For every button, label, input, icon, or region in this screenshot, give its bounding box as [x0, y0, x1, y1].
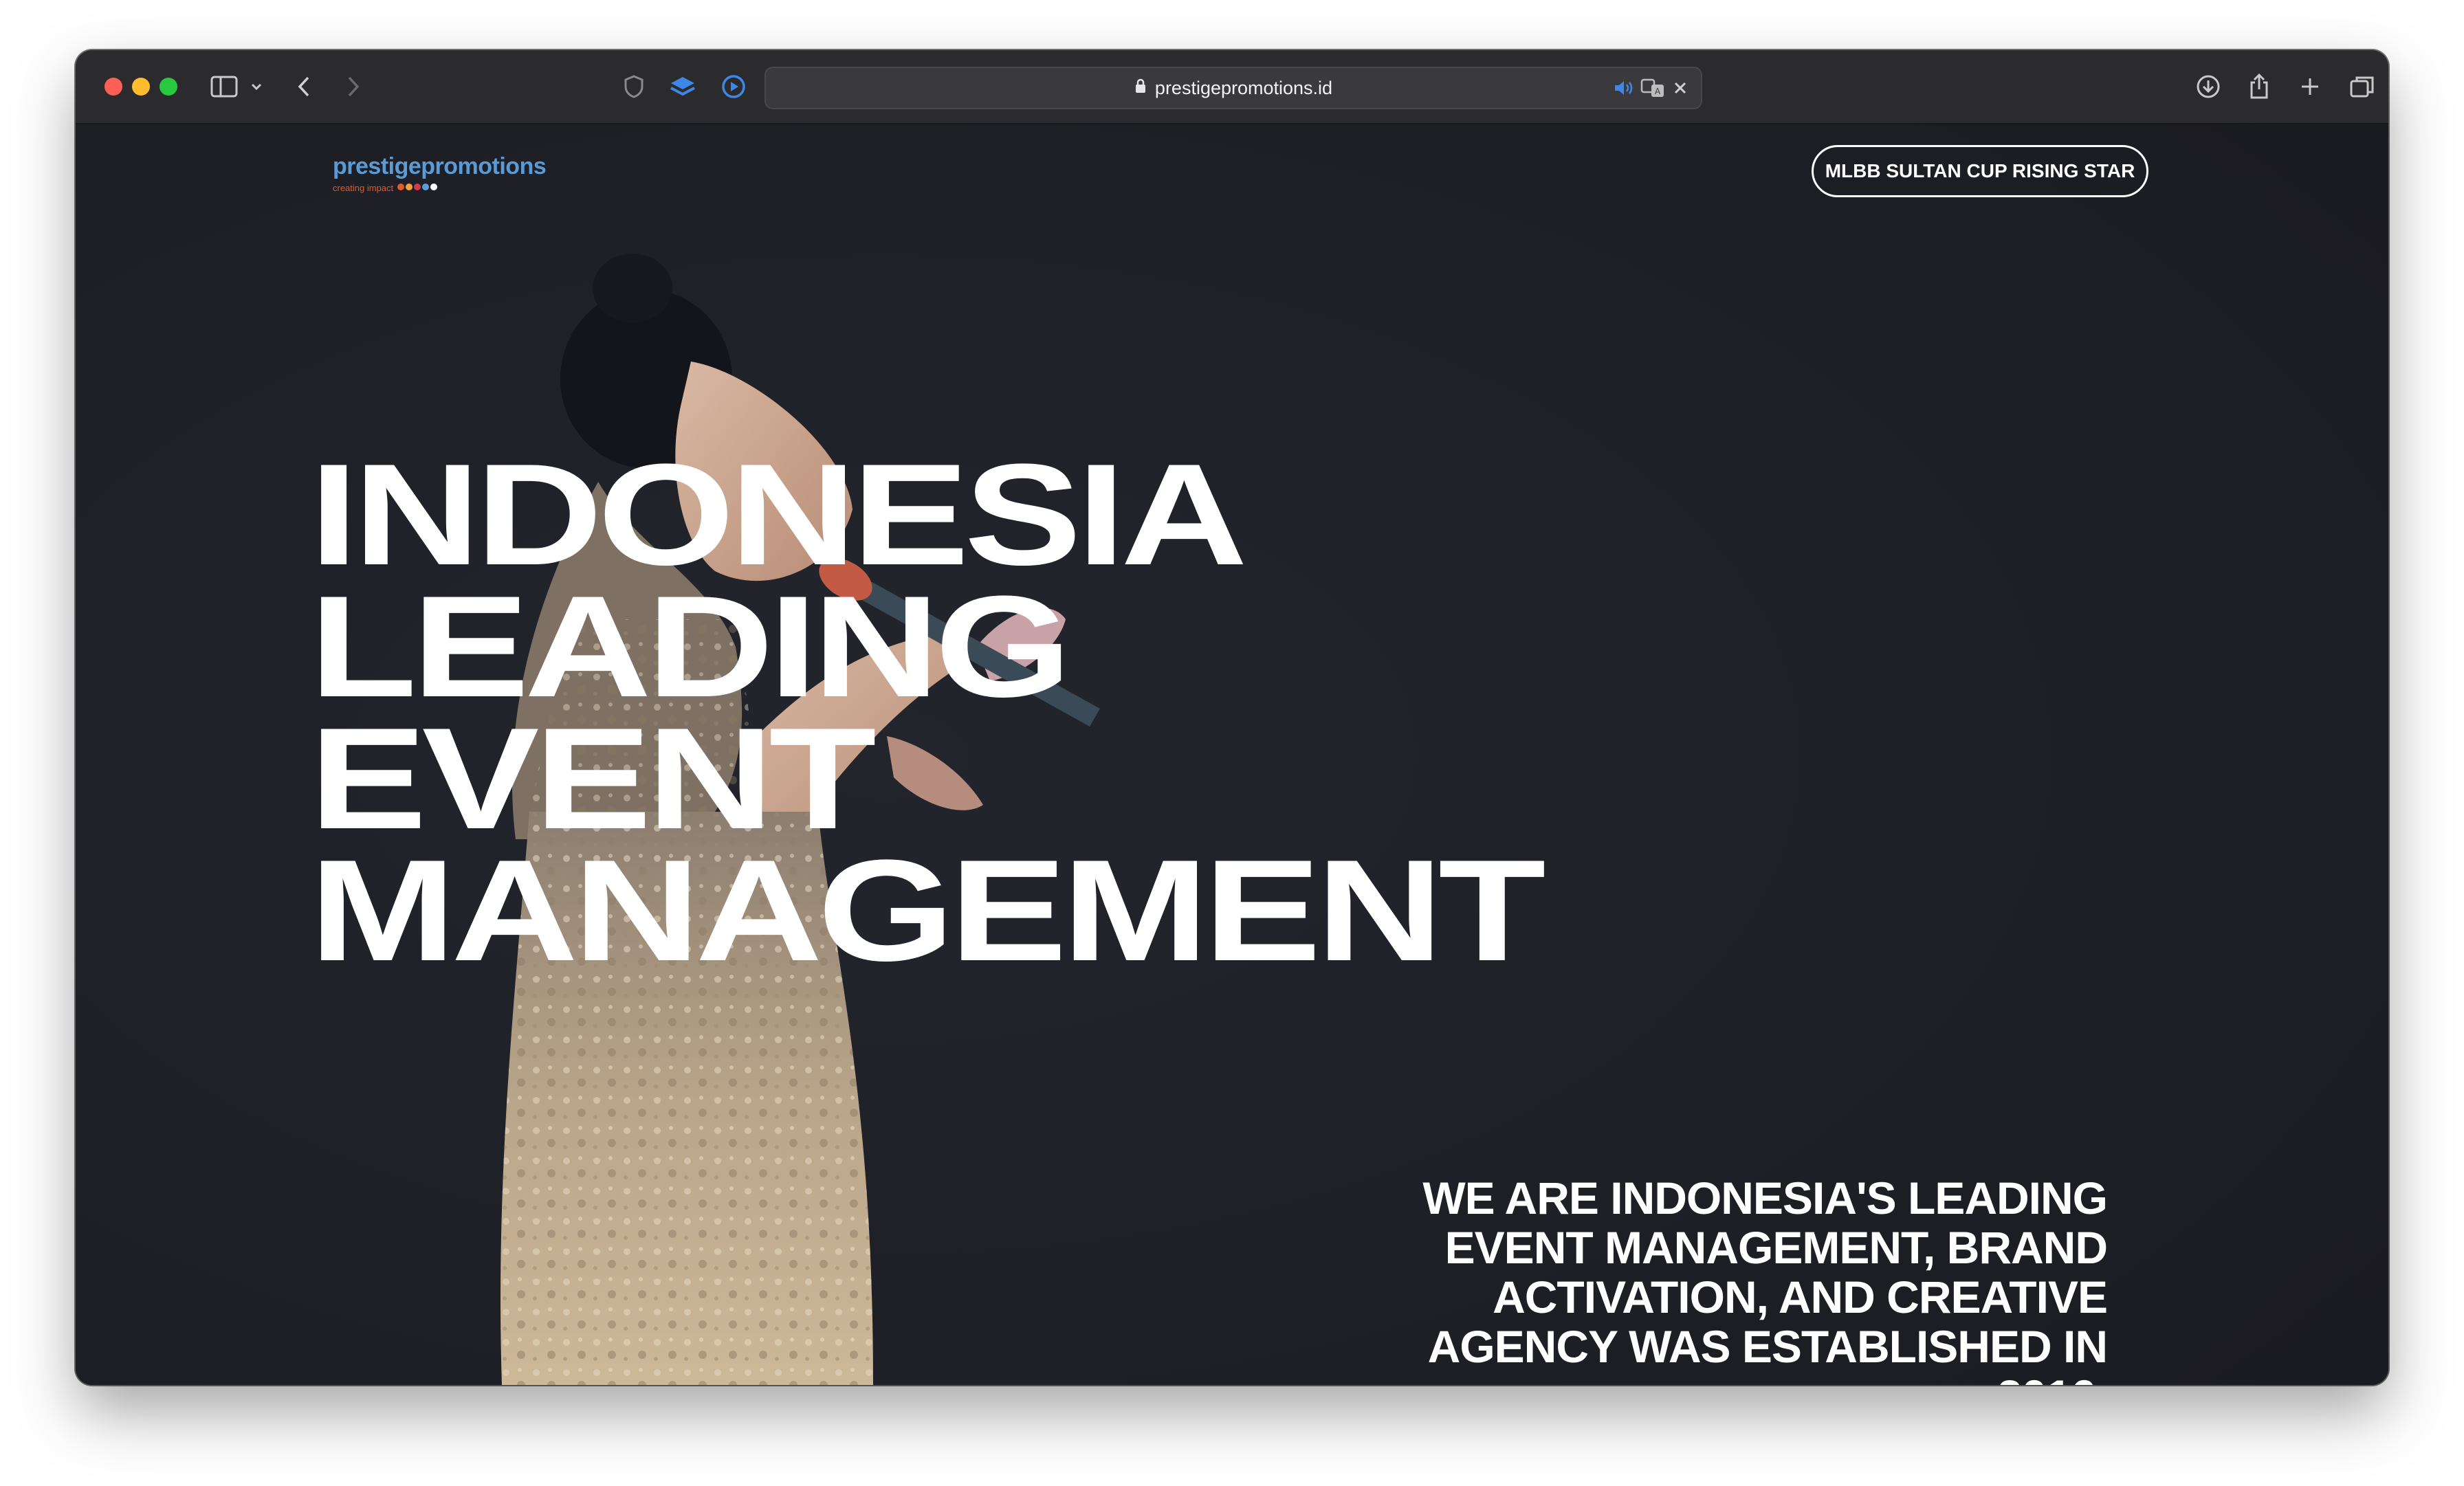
logo-color-dots: [397, 181, 439, 194]
intro-line-4: AGENCY WAS ESTABLISHED IN: [1427, 1321, 2108, 1372]
intro-line-1: WE ARE INDONESIA'S LEADING: [1422, 1173, 2108, 1223]
translate-icon[interactable]: A: [1640, 76, 1665, 100]
forward-icon[interactable]: [342, 72, 363, 101]
svg-text:A: A: [1655, 87, 1661, 96]
hero-headline: INDONESIA LEADING EVENT MANAGEMENT: [309, 434, 1546, 991]
layers-extension-icon[interactable]: [668, 72, 697, 101]
address-bar[interactable]: prestigepromotions.id A: [764, 67, 1702, 109]
page-content: prestigepromotions creating impact MLBB …: [76, 124, 2388, 1385]
headline-line-2: LEADING: [309, 566, 1072, 727]
site-logo[interactable]: prestigepromotions creating impact: [333, 153, 547, 194]
close-icon[interactable]: [1672, 76, 1688, 100]
intro-line-2: EVENT MANAGEMENT, BRAND: [1444, 1222, 2108, 1273]
zoom-window-button[interactable]: [160, 78, 177, 96]
mlbb-sultan-cup-button[interactable]: MLBB SULTAN CUP RISING STAR: [1812, 145, 2148, 197]
url-text: prestigepromotions.id: [1154, 77, 1333, 98]
headline-line-1: INDONESIA: [309, 434, 1248, 595]
share-icon[interactable]: [2245, 72, 2273, 101]
shield-icon[interactable]: [620, 72, 648, 101]
new-tab-icon[interactable]: [2296, 72, 2324, 101]
play-extension-icon[interactable]: [719, 72, 748, 101]
chevron-down-icon[interactable]: [249, 72, 264, 101]
headline-line-3: EVENT: [309, 698, 877, 859]
minimize-window-button[interactable]: [132, 78, 150, 96]
download-icon[interactable]: [2193, 72, 2223, 101]
back-icon[interactable]: [294, 72, 315, 101]
browser-window: prestigepromotions.id A prestigepromotio…: [76, 50, 2388, 1385]
lock-icon: [1134, 78, 1147, 99]
speaker-icon[interactable]: [1613, 76, 1635, 100]
intro-line-5: 2016.: [1997, 1371, 2108, 1385]
browser-toolbar: prestigepromotions.id A: [76, 50, 2388, 124]
company-intro-text: WE ARE INDONESIA'S LEADING EVENT MANAGEM…: [1255, 1173, 2108, 1385]
logo-wordmark: prestigepromotions: [333, 153, 547, 179]
intro-line-3: ACTIVATION, AND CREATIVE: [1493, 1272, 2108, 1322]
tab-overview-icon[interactable]: [2347, 72, 2377, 101]
logo-tagline: creating impact: [333, 182, 394, 193]
sidebar-toggle-icon[interactable]: [209, 72, 239, 101]
close-window-button[interactable]: [104, 78, 122, 96]
headline-line-4: MANAGEMENT: [309, 830, 1546, 991]
